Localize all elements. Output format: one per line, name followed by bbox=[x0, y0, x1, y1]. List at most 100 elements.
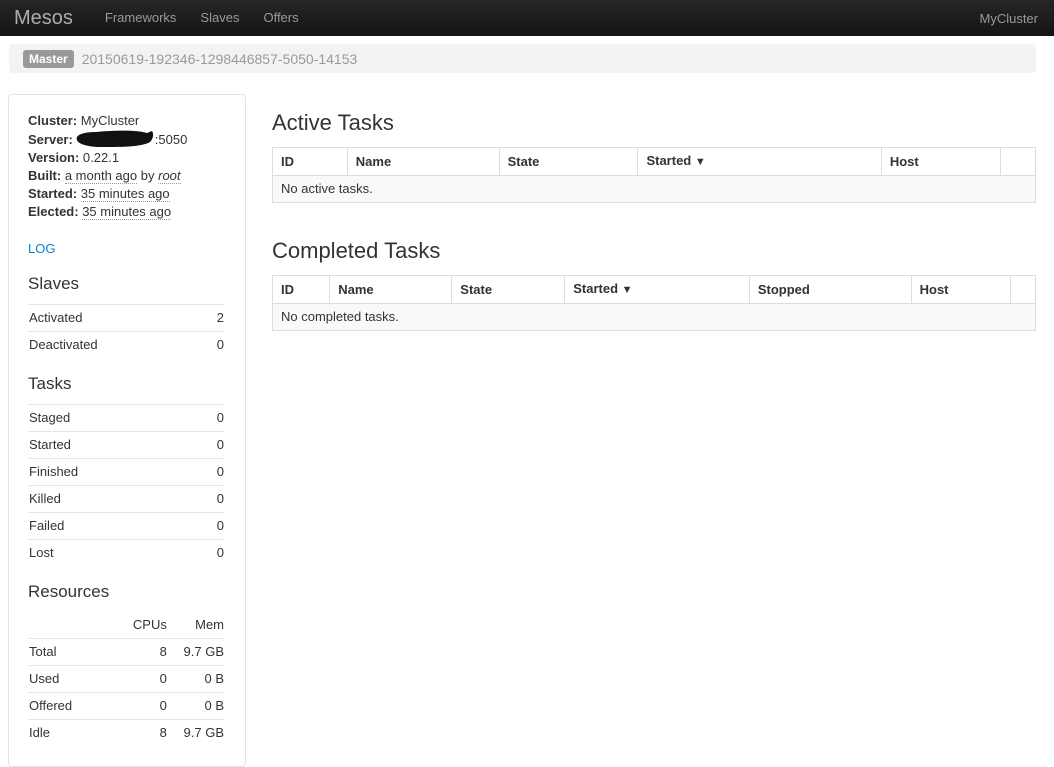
active-col-host[interactable]: Host bbox=[881, 148, 1000, 176]
table-row: Total 8 9.7 GB bbox=[28, 639, 225, 666]
resources-col-cpus: CPUs bbox=[117, 612, 168, 639]
table-row: No active tasks. bbox=[273, 176, 1036, 203]
active-col-actions bbox=[1000, 148, 1035, 176]
tasks-table: Staged 0 Started 0 Finished 0 Killed 0 F… bbox=[28, 404, 225, 566]
tasks-staged-label: Staged bbox=[28, 405, 195, 432]
tasks-lost-label: Lost bbox=[28, 540, 195, 567]
info-server-port: :5050 bbox=[155, 132, 188, 147]
active-col-started[interactable]: Started ▼ bbox=[638, 148, 881, 176]
master-badge: Master bbox=[23, 50, 74, 68]
tasks-lost-value: 0 bbox=[195, 540, 225, 567]
active-tasks-title: Active Tasks bbox=[272, 110, 1036, 136]
info-elected-label: Elected: bbox=[28, 204, 79, 219]
resources-col-mem: Mem bbox=[168, 612, 225, 639]
table-row: Killed 0 bbox=[28, 486, 225, 513]
completed-empty-message: No completed tasks. bbox=[273, 304, 1036, 331]
table-header-row: ID Name State Started ▼ Stopped Host bbox=[273, 276, 1036, 304]
slaves-deactivated-value: 0 bbox=[202, 332, 225, 359]
resources-idle-cpus: 8 bbox=[117, 720, 168, 747]
info-elected: Elected: 35 minutes ago bbox=[28, 203, 225, 221]
table-row: No completed tasks. bbox=[273, 304, 1036, 331]
slaves-activated-label: Activated bbox=[28, 305, 202, 332]
completed-col-stopped[interactable]: Stopped bbox=[749, 276, 911, 304]
resources-offered-cpus: 0 bbox=[117, 693, 168, 720]
tasks-killed-value: 0 bbox=[195, 486, 225, 513]
table-row: Activated 2 bbox=[28, 305, 225, 332]
info-server: Server: :5050 bbox=[28, 130, 225, 149]
sort-desc-icon: ▼ bbox=[695, 156, 706, 168]
resources-table: CPUs Mem Total 8 9.7 GB Used 0 0 B Offer… bbox=[28, 612, 225, 746]
tasks-started-label: Started bbox=[28, 432, 195, 459]
completed-col-actions bbox=[1010, 276, 1035, 304]
main-content: Active Tasks ID Name State Started ▼ Hos… bbox=[272, 94, 1036, 331]
table-row: Started 0 bbox=[28, 432, 225, 459]
redacted-server-address bbox=[74, 130, 154, 147]
resources-used-label: Used bbox=[28, 666, 117, 693]
log-link[interactable]: LOG bbox=[28, 241, 55, 256]
table-row: Offered 0 0 B bbox=[28, 693, 225, 720]
table-row: Idle 8 9.7 GB bbox=[28, 720, 225, 747]
tasks-heading: Tasks bbox=[28, 373, 225, 394]
table-row: Deactivated 0 bbox=[28, 332, 225, 359]
info-cluster: Cluster: MyCluster bbox=[28, 112, 225, 130]
info-built-conj: by bbox=[141, 168, 155, 183]
info-built: Built: a month ago by root bbox=[28, 167, 225, 185]
top-navbar: Mesos Frameworks Slaves Offers MyCluster bbox=[0, 0, 1054, 36]
info-built-label: Built: bbox=[28, 168, 61, 183]
info-cluster-label: Cluster: bbox=[28, 113, 77, 128]
info-started: Started: 35 minutes ago bbox=[28, 185, 225, 203]
resources-offered-label: Offered bbox=[28, 693, 117, 720]
completed-col-state[interactable]: State bbox=[452, 276, 565, 304]
active-empty-message: No active tasks. bbox=[273, 176, 1036, 203]
resources-total-cpus: 8 bbox=[117, 639, 168, 666]
info-started-value: 35 minutes ago bbox=[81, 186, 170, 202]
completed-col-started[interactable]: Started ▼ bbox=[565, 276, 750, 304]
completed-col-id[interactable]: ID bbox=[273, 276, 330, 304]
nav-item-frameworks[interactable]: Frameworks bbox=[93, 0, 189, 36]
info-started-label: Started: bbox=[28, 186, 77, 201]
brand-mesos[interactable]: Mesos bbox=[14, 0, 73, 36]
active-col-started-label: Started bbox=[646, 153, 691, 168]
table-row: CPUs Mem bbox=[28, 612, 225, 639]
tasks-failed-value: 0 bbox=[195, 513, 225, 540]
sort-desc-icon: ▼ bbox=[622, 284, 633, 296]
table-row: Lost 0 bbox=[28, 540, 225, 567]
table-header-row: ID Name State Started ▼ Host bbox=[273, 148, 1036, 176]
completed-tasks-table: ID Name State Started ▼ Stopped Host No … bbox=[272, 275, 1036, 331]
info-built-time: a month ago bbox=[65, 168, 137, 184]
completed-col-host[interactable]: Host bbox=[911, 276, 1010, 304]
completed-tasks-title: Completed Tasks bbox=[272, 238, 1036, 264]
nav-item-offers[interactable]: Offers bbox=[251, 0, 310, 36]
active-col-id[interactable]: ID bbox=[273, 148, 348, 176]
active-tasks-table: ID Name State Started ▼ Host No active t… bbox=[272, 147, 1036, 203]
resources-used-mem: 0 B bbox=[168, 666, 225, 693]
slaves-deactivated-label: Deactivated bbox=[28, 332, 202, 359]
nav-item-slaves[interactable]: Slaves bbox=[188, 0, 251, 36]
sidebar-panel: Cluster: MyCluster Server: :5050 Version… bbox=[8, 94, 246, 767]
resources-heading: Resources bbox=[28, 581, 225, 602]
resources-offered-mem: 0 B bbox=[168, 693, 225, 720]
resources-used-cpus: 0 bbox=[117, 666, 168, 693]
tasks-finished-value: 0 bbox=[195, 459, 225, 486]
slaves-activated-value: 2 bbox=[202, 305, 225, 332]
master-bar: Master 20150619-192346-1298446857-5050-1… bbox=[9, 44, 1036, 73]
tasks-finished-label: Finished bbox=[28, 459, 195, 486]
info-version-value: 0.22.1 bbox=[83, 150, 119, 165]
navbar-cluster-name: MyCluster bbox=[979, 11, 1038, 26]
completed-col-name[interactable]: Name bbox=[330, 276, 452, 304]
info-version: Version: 0.22.1 bbox=[28, 149, 225, 167]
info-elected-value: 35 minutes ago bbox=[82, 204, 171, 220]
resources-idle-mem: 9.7 GB bbox=[168, 720, 225, 747]
active-col-state[interactable]: State bbox=[499, 148, 638, 176]
resources-col-blank bbox=[28, 612, 117, 639]
completed-col-started-label: Started bbox=[573, 281, 618, 296]
tasks-started-value: 0 bbox=[195, 432, 225, 459]
active-col-name[interactable]: Name bbox=[347, 148, 499, 176]
resources-idle-label: Idle bbox=[28, 720, 117, 747]
resources-total-label: Total bbox=[28, 639, 117, 666]
table-row: Staged 0 bbox=[28, 405, 225, 432]
slaves-table: Activated 2 Deactivated 0 bbox=[28, 304, 225, 358]
page-layout: Cluster: MyCluster Server: :5050 Version… bbox=[8, 94, 1036, 767]
tasks-killed-label: Killed bbox=[28, 486, 195, 513]
table-row: Used 0 0 B bbox=[28, 666, 225, 693]
